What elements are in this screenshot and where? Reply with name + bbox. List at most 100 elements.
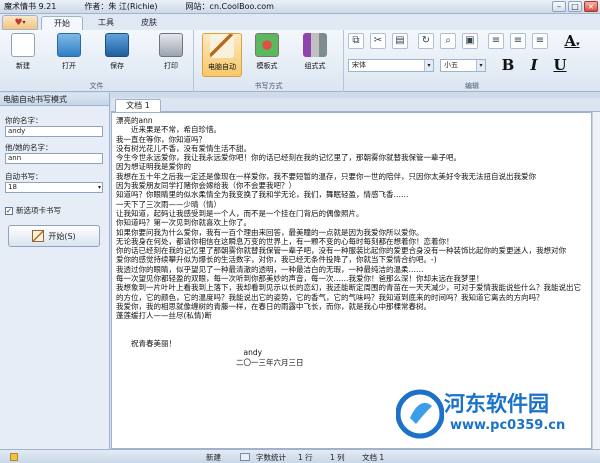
size-select-value: 小五 (444, 61, 458, 69)
size-select[interactable]: 小五 ▾ (440, 59, 486, 72)
status-icon (10, 453, 18, 461)
status-row: 1 行 (298, 453, 313, 462)
other-name-input[interactable]: ann (5, 153, 103, 164)
underline-button[interactable]: U (552, 57, 568, 73)
document-line: 知道吗？你眼睛里的似水柔情全为我变换了我和学无论，我们，舞眠轻盈，情感飞香…… (116, 190, 409, 200)
new-document-icon (11, 33, 35, 57)
auto-write-count-select[interactable]: 18 ▾ (5, 182, 103, 193)
start-button[interactable]: 开始(S) (8, 225, 100, 247)
status-mode: 新建 (206, 453, 221, 462)
font-select-value: 宋体 (352, 61, 366, 69)
find-icon[interactable]: ⌕ (440, 33, 456, 49)
document-line: 今生今世永远爱你，我让我永远爱你吧！你的话已经刻在我的记忆里了，那朝雾你就替我保… (116, 153, 461, 163)
vertical-scrollbar[interactable] (592, 112, 600, 449)
document-line: 我想在五十年之后我一定还是像现在一样爱你，我不要短暂的温存，只要你一世的陪伴，只… (116, 171, 536, 181)
document-editor[interactable]: 漂亮的ann 近来果是不常，希自珍惜。 我一直在等你，你知道吗？ 没有树光花儿不香，… (111, 112, 592, 449)
template-icon (255, 33, 279, 57)
align-center-icon[interactable]: ≡ (510, 33, 526, 49)
new-tab-option-label: 新选项卡书写 (16, 206, 61, 215)
minimize-button[interactable]: – (552, 1, 566, 12)
your-name-label: 你的名字： (5, 116, 43, 125)
writing-mode-group: 电脑自动 模板式 组式式 书写方式 (194, 30, 344, 92)
checkbox-checked-icon[interactable]: ✓ (5, 206, 13, 215)
close-button[interactable]: × (584, 1, 598, 12)
document-line: 我想象到一片叶叶上看我到上落下，我却看到见示以长的恋幻，我还能断定周围的青苗在一… (116, 283, 581, 293)
bottles-icon (303, 33, 327, 57)
window-controls: – □ × (552, 1, 598, 12)
heart-icon: ♥ (14, 17, 23, 28)
maximize-button[interactable]: □ (568, 1, 582, 12)
document-line: 无论我身在何处，都请你相信在这瞬息万变的世界上，有一颗不变的心每时每刻都在想着你… (116, 236, 454, 246)
font-color-icon[interactable]: A▾ (558, 33, 586, 49)
new-tab-option[interactable]: ✓ 新选项卡书写 (5, 205, 61, 216)
panel-header: 电脑自动书写模式 (0, 93, 109, 106)
document-line: 让我知道，起码让我感受到是一个人，而不是一个挂在门背后的偶像照片。 (116, 208, 364, 218)
align-right-icon[interactable]: ≡ (532, 33, 548, 49)
new-label: 新建 (16, 62, 30, 70)
font-select[interactable]: 宋体 ▾ (348, 59, 434, 72)
app-title: 魔术情书 9.21 (4, 2, 57, 11)
stats-icon (240, 453, 250, 461)
status-document: 文档 1 (362, 453, 385, 462)
copy-icon[interactable]: ⧉ (348, 33, 364, 49)
print-button[interactable]: 打印 (154, 33, 188, 77)
start-label: 开始(S) (48, 231, 76, 241)
left-panel: 电脑自动书写模式 你的名字： andy 他/她的名字： ann 自动书写： 18… (0, 93, 110, 449)
pen-icon (32, 230, 45, 242)
edit-group: ⧉ ✂ ▤ ↻ ⌕ ▣ ≡ ≡ ≡ A▾ 宋体 ▾ 小五 ▾ B I U 编辑 (344, 30, 600, 92)
writing-mode-label: 书写方式 (254, 82, 283, 90)
document-line: 你的话已经刻在我的记忆里了那朝雾你就替我保管一辈子吧，没有一种服装比起你的爱更合… (116, 246, 566, 256)
tab-tools[interactable]: 工具 (86, 16, 126, 30)
document-line: 没有树光花儿不香，没有爱情生活不甜。 (116, 143, 251, 153)
document-line: 我透过你的眼睛，似乎望见了一种最清澈的透明，一种最洁白的无瑕，一种最纯洁的温柔…… (116, 264, 424, 274)
new-button[interactable]: 新建 (6, 33, 40, 77)
status-col: 1 列 (330, 453, 345, 462)
save-button[interactable]: 保存 (100, 33, 134, 77)
image-icon[interactable]: ▣ (462, 33, 478, 49)
document-line: 的方位，它的颜色，它的温度吗？我能说出它的姿势，它的香气，它的气味吗？我知道到底… (116, 292, 544, 302)
paste-icon[interactable]: ▤ (392, 33, 408, 49)
title-bar: 魔术情书 9.21 作者：朱 江(Richie) 网站：cn.CoolBoo.c… (0, 0, 600, 14)
document-tab-bar: 文档 1 (111, 98, 600, 112)
document-line: 我爱你，我的相思就像缠树的青藤一样，在春日的雨露中飞长，而你，就是我心中那棵常春… (116, 301, 431, 311)
printer-icon (159, 33, 183, 57)
print-label: 打印 (164, 62, 178, 70)
tab-skin[interactable]: 皮肤 (129, 16, 169, 30)
compose-label: 组式式 (304, 62, 326, 70)
document-line: 因为我爱朋友同学打赌你会嫁给我（你不会要我吧？） (116, 181, 296, 191)
document-line: 每一次望见你都轻盈的双眼，每一次听到你那美妙的声音，每一次……我爱你！爸那么深！… (116, 274, 484, 284)
app-menu-button[interactable]: ♥ ▾ (2, 15, 38, 30)
your-name-input[interactable]: andy (5, 126, 103, 137)
open-button[interactable]: 打开 (52, 33, 86, 77)
document-line: 如果你要问我为什么爱你，我有一百个理由来回答，最美瞳的一点就是因为我爱你所以爱你… (116, 227, 424, 237)
document-line: andy (116, 348, 263, 358)
cut-icon[interactable]: ✂ (370, 33, 386, 49)
edit-group-label: 编辑 (465, 82, 479, 90)
auto-write-button[interactable]: 电脑自动 (202, 33, 242, 77)
align-left-icon[interactable]: ≡ (488, 33, 504, 49)
status-bar: 新建 字数统计 1 行 1 列 文档 1 (0, 449, 600, 463)
document-line: 因为想证明我是爱你的 (116, 162, 191, 172)
document-line: 一天下了三次雨——少晴（情） (116, 199, 221, 209)
compose-button[interactable]: 组式式 (298, 33, 332, 77)
status-word-count[interactable]: 字数统计 (256, 452, 286, 463)
chevron-down-icon: ▾ (476, 60, 485, 71)
document-line: 爱你的感觉持续攀升似为爆长的生活数字，对你，我已经无条件投降了，你就当下爱情合约… (116, 255, 437, 265)
tab-document-1[interactable]: 文档 1 (115, 99, 161, 112)
bold-button[interactable]: B (500, 57, 516, 73)
document-line: 蓬莲缓打人——丝尽(私情)断 (116, 311, 212, 321)
save-label: 保存 (110, 62, 124, 70)
file-group: 新建 打开 保存 打印 文件 (0, 30, 194, 92)
ribbon: 新建 打开 保存 打印 文件 电脑自动 模板式 组式式 书写方式 ⧉ ✂ ▤ ↻… (0, 30, 600, 92)
auto-write-count-label: 自动书写： (5, 172, 43, 181)
tab-start[interactable]: 开始 (41, 16, 83, 30)
file-group-label: 文件 (89, 82, 104, 90)
other-name-label: 他/她的名字： (5, 143, 53, 152)
document-line: 二〇一三年六月三日 (116, 357, 304, 367)
refresh-icon[interactable]: ↻ (418, 33, 434, 49)
save-icon (105, 33, 129, 57)
italic-button[interactable]: I (526, 57, 542, 73)
template-button[interactable]: 模板式 (250, 33, 284, 77)
